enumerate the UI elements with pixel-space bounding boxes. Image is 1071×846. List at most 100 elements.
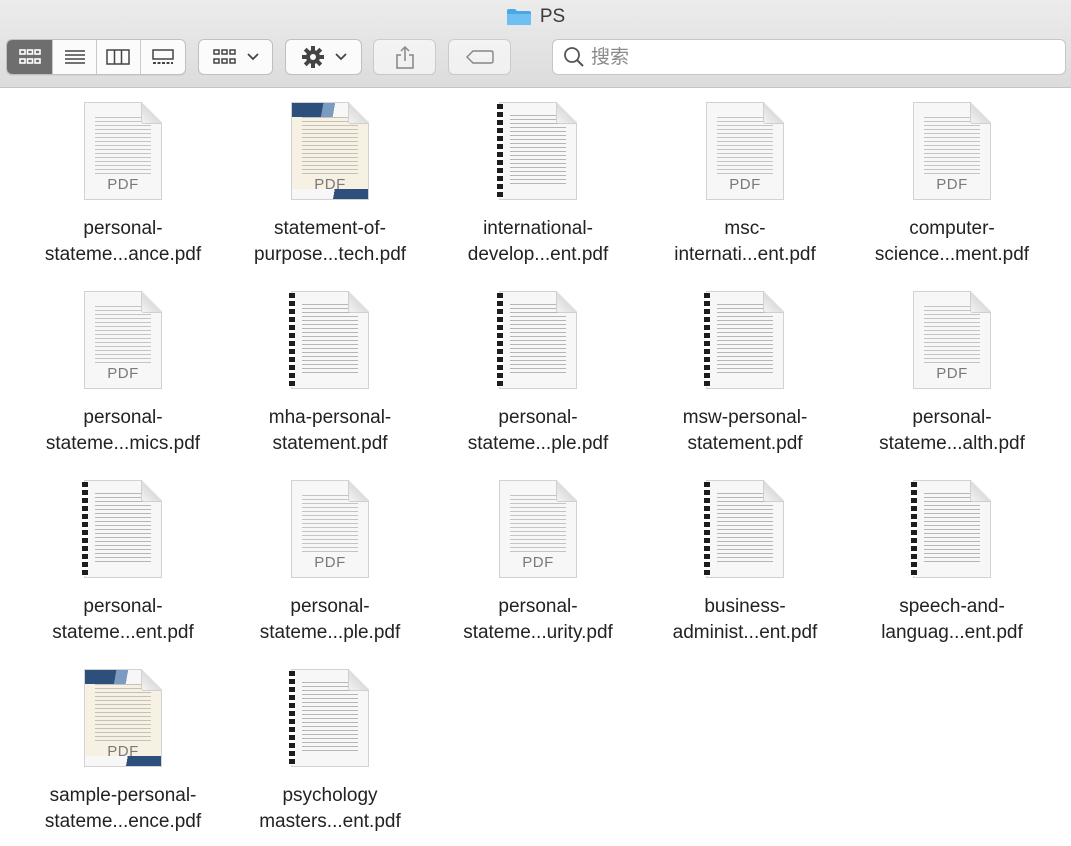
- gallery-icon: [152, 49, 174, 64]
- pdf-file-icon: PDF: [291, 480, 369, 578]
- file-name[interactable]: personal-stateme...alth.pdf: [852, 405, 1052, 457]
- icon-view-button[interactable]: [7, 40, 54, 74]
- file-name[interactable]: mha-personal-statement.pdf: [230, 405, 430, 457]
- pdf-badge: PDF: [522, 554, 554, 571]
- binder-spine: [289, 293, 295, 387]
- text-lines: [95, 306, 151, 366]
- pdf-badge: PDF: [107, 365, 139, 382]
- file-name-line-1: personal-: [498, 596, 578, 617]
- file-name-line-2: stateme...ence.pdf: [44, 811, 202, 832]
- file-name-line-2: statement.pdf: [687, 433, 803, 454]
- file-item[interactable]: business-administ...ent.pdf: [662, 478, 828, 667]
- list-view-button[interactable]: [53, 40, 97, 74]
- pdf-file-icon: PDF: [706, 102, 784, 200]
- file-name[interactable]: personal-stateme...urity.pdf: [438, 594, 638, 646]
- file-name-line-2: masters...ent.pdf: [259, 811, 401, 832]
- search-field[interactable]: [552, 39, 1066, 75]
- file-name-line-2: stateme...ple.pdf: [259, 622, 401, 643]
- pdf-file-icon: [704, 480, 784, 578]
- file-item[interactable]: PDF personal-stateme...mics.pdf: [40, 289, 206, 478]
- pdf-file-icon: [289, 669, 369, 767]
- file-name[interactable]: personal-stateme...ent.pdf: [23, 594, 223, 646]
- file-name[interactable]: international-develop...ent.pdf: [438, 216, 638, 268]
- file-item[interactable]: PDF personal-stateme...urity.pdf: [455, 478, 621, 667]
- gallery-view-button[interactable]: [141, 40, 185, 74]
- gear-icon: [301, 46, 324, 68]
- page-curl: [970, 291, 991, 313]
- view-mode-control: [6, 39, 186, 75]
- action-button[interactable]: [285, 39, 362, 75]
- file-name[interactable]: computer-science...ment.pdf: [852, 216, 1052, 268]
- group-button[interactable]: [198, 39, 273, 75]
- file-item[interactable]: PDF personal-stateme...ple.pdf: [247, 478, 413, 667]
- file-name[interactable]: msw-personal-statement.pdf: [645, 405, 845, 457]
- file-name[interactable]: personal-stateme...ple.pdf: [230, 594, 430, 646]
- file-name-line-1: msw-personal-: [682, 407, 808, 428]
- text-lines: [302, 304, 358, 374]
- pdf-badge: PDF: [107, 176, 139, 193]
- binder-spine: [497, 293, 503, 387]
- file-name-line-1: personal-: [83, 218, 163, 239]
- file-item[interactable]: PDF computer-science...ment.pdf: [869, 100, 1035, 289]
- page-curl: [141, 102, 162, 124]
- page-curl: [141, 480, 162, 502]
- binder-spine: [82, 482, 88, 576]
- file-item[interactable]: international-develop...ent.pdf: [455, 100, 621, 289]
- file-name[interactable]: speech-and-languag...ent.pdf: [852, 594, 1052, 646]
- file-name-line-1: business-: [704, 596, 786, 617]
- pdf-file-icon: [82, 480, 162, 578]
- page-curl: [141, 669, 162, 691]
- file-item[interactable]: PDF msc-internati...ent.pdf: [662, 100, 828, 289]
- finder-toolbar: PS: [0, 0, 1071, 88]
- file-item[interactable]: msw-personal-statement.pdf: [662, 289, 828, 478]
- file-name[interactable]: sample-personal-stateme...ence.pdf: [23, 783, 223, 835]
- share-button[interactable]: [373, 39, 436, 75]
- column-view-button[interactable]: [97, 40, 141, 74]
- pdf-file-icon: PDF: [913, 291, 991, 389]
- text-lines: [924, 117, 980, 177]
- file-name[interactable]: personal-stateme...ple.pdf: [438, 405, 638, 457]
- file-name[interactable]: msc-internati...ent.pdf: [645, 216, 845, 268]
- chevron-down-icon: [246, 53, 259, 61]
- file-name[interactable]: personal-stateme...ance.pdf: [23, 216, 223, 268]
- file-item[interactable]: speech-and-languag...ent.pdf: [869, 478, 1035, 667]
- tag-icon: [465, 50, 494, 64]
- file-item[interactable]: PDF personal-stateme...ance.pdf: [40, 100, 206, 289]
- file-name-line-1: msc-: [724, 218, 766, 239]
- file-name-line-2: stateme...alth.pdf: [879, 433, 1025, 454]
- folder-icon: [506, 9, 531, 25]
- binder-spine: [704, 482, 710, 576]
- search-input[interactable]: [591, 46, 1051, 68]
- file-item[interactable]: psychology masters...ent.pdf: [247, 667, 413, 846]
- file-name-line-2: statement.pdf: [272, 433, 388, 454]
- file-item[interactable]: personal-stateme...ent.pdf: [40, 478, 206, 667]
- page-curl: [141, 291, 162, 313]
- pdf-file-icon: PDF: [499, 480, 577, 578]
- page-curl: [763, 102, 784, 124]
- file-name-line-2: stateme...ple.pdf: [467, 433, 609, 454]
- file-name[interactable]: personal-stateme...mics.pdf: [23, 405, 223, 457]
- page-curl: [348, 291, 369, 313]
- file-item[interactable]: PDF statement-of-purpose...tech.pdf: [247, 100, 413, 289]
- page-curl: [556, 291, 577, 313]
- pdf-file-icon: [704, 291, 784, 389]
- file-name[interactable]: business-administ...ent.pdf: [645, 594, 845, 646]
- file-name-line-2: purpose...tech.pdf: [253, 244, 407, 265]
- file-item[interactable]: PDF personal-stateme...alth.pdf: [869, 289, 1035, 478]
- file-item[interactable]: PDF sample-personal-stateme...ence.pdf: [40, 667, 206, 846]
- pdf-badge: PDF: [936, 365, 968, 382]
- binder-spine: [289, 671, 295, 765]
- file-name[interactable]: statement-of-purpose...tech.pdf: [230, 216, 430, 268]
- file-name-line-1: personal-: [83, 407, 163, 428]
- pdf-badge: PDF: [314, 176, 346, 193]
- tag-button[interactable]: [448, 39, 511, 75]
- file-name-line-2: stateme...mics.pdf: [45, 433, 201, 454]
- page-curl: [763, 480, 784, 502]
- page-curl: [556, 102, 577, 124]
- file-name-line-2: internati...ent.pdf: [674, 244, 816, 265]
- file-item[interactable]: personal-stateme...ple.pdf: [455, 289, 621, 478]
- pdf-file-icon: PDF: [84, 291, 162, 389]
- binder-spine: [497, 104, 503, 198]
- file-item[interactable]: mha-personal-statement.pdf: [247, 289, 413, 478]
- file-name[interactable]: psychology masters...ent.pdf: [230, 783, 430, 835]
